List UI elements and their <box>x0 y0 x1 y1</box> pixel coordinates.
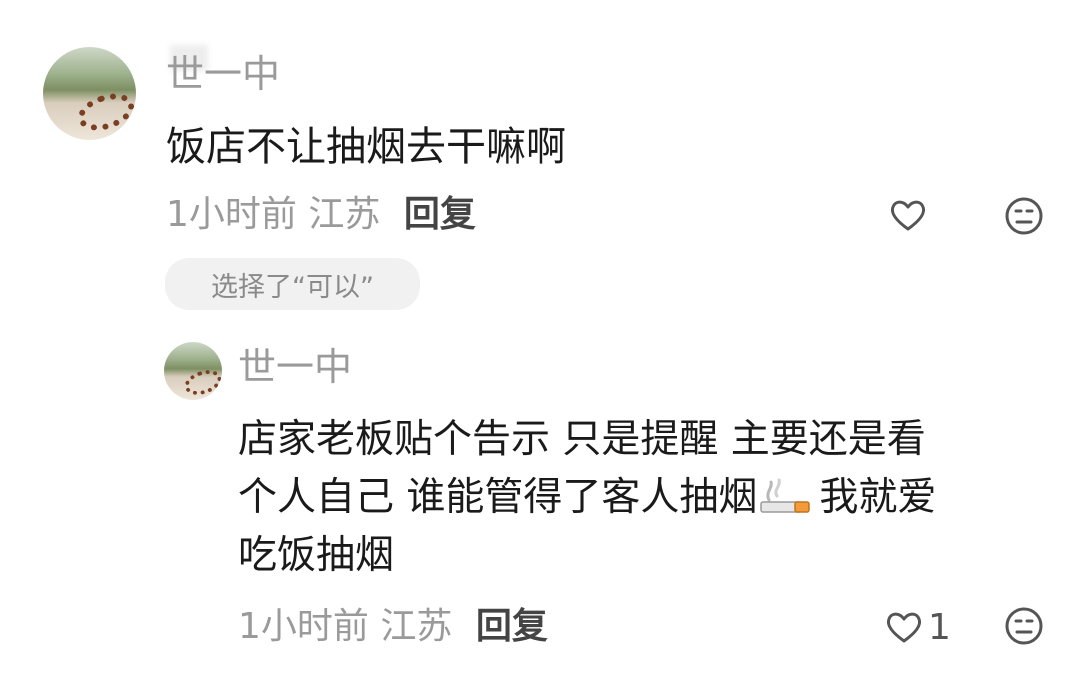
choice-chip: 选择了“可以” <box>165 258 420 310</box>
meh-face-icon <box>1005 607 1043 645</box>
comment-location: 江苏 <box>308 194 381 235</box>
reply-text-line1: 店家老板贴个告示 只是提醒 主要还是看 <box>238 417 926 462</box>
reply-location: 江苏 <box>380 606 453 647</box>
reply-dislike-button[interactable] <box>1003 605 1045 647</box>
reply-like-count: 1 <box>928 606 951 648</box>
comment-reply-button[interactable]: 回复 <box>404 194 476 235</box>
bracelet-image <box>181 365 222 400</box>
avatar[interactable] <box>43 47 136 140</box>
cigarette-emoji <box>759 478 813 518</box>
heart-outline-icon <box>886 612 922 643</box>
bracelet-image <box>73 86 136 138</box>
reply-meta: 1小时前 江苏 回复 <box>238 606 548 648</box>
comment-time: 1小时前 <box>166 194 297 235</box>
reply-time: 1小时前 <box>238 606 369 647</box>
reply-text-line2a: 个人自己 谁能管得了客人抽烟 <box>238 475 758 520</box>
reply-avatar[interactable] <box>164 342 222 400</box>
comment-text: 饭店不让抽烟去干嘛啊 <box>166 124 566 170</box>
heart-outline-icon <box>890 200 926 231</box>
reply-username[interactable]: 世一中 <box>238 345 352 389</box>
meh-face-icon <box>1005 197 1043 235</box>
reply-text-line2: 个人自己 谁能管得了客人抽烟 我就爱 <box>238 474 936 522</box>
reply-text-line2b: 我就爱 <box>819 475 937 520</box>
comment-username[interactable]: 世一中 <box>166 52 280 96</box>
comment-meta: 1小时前 江苏 回复 <box>166 194 476 236</box>
reply-like-button[interactable]: 1 <box>884 606 964 648</box>
choice-chip-label: 选择了“可以” <box>211 271 374 303</box>
reply-reply-button[interactable]: 回复 <box>476 606 548 647</box>
reply-text-line3: 吃饭抽烟 <box>238 533 395 578</box>
comment-dislike-button[interactable] <box>1003 195 1045 237</box>
comment-like-button[interactable] <box>888 195 928 235</box>
